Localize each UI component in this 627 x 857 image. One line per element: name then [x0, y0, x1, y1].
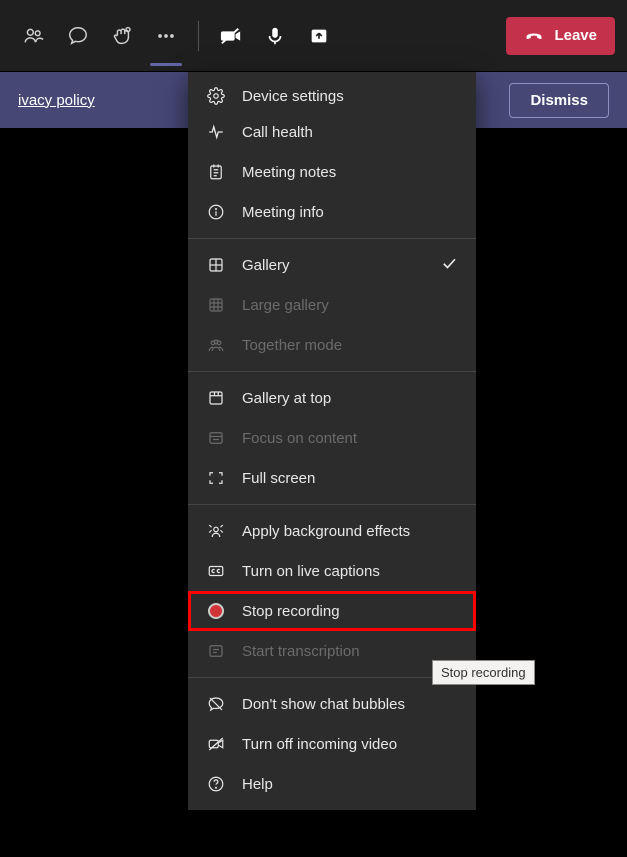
menu-label: Stop recording [242, 603, 340, 620]
menu-separator [188, 371, 476, 372]
menu-label: Large gallery [242, 297, 329, 314]
cc-icon [206, 561, 226, 581]
help-icon [206, 774, 226, 794]
menu-label: Gallery [242, 257, 290, 274]
gear-icon [206, 86, 226, 106]
menu-label: Gallery at top [242, 390, 331, 407]
menu-large-gallery: Large gallery [188, 285, 476, 325]
menu-label: Start transcription [242, 643, 360, 660]
menu-label: Device settings [242, 88, 344, 105]
menu-help[interactable]: Help [188, 764, 476, 804]
menu-label: Together mode [242, 337, 342, 354]
menu-label: Focus on content [242, 430, 357, 447]
tooltip: Stop recording [432, 660, 535, 685]
people-icon [206, 335, 226, 355]
menu-device-settings[interactable]: Device settings [188, 72, 476, 112]
record-icon [206, 601, 226, 621]
menu-gallery-at-top[interactable]: Gallery at top [188, 378, 476, 418]
menu-meeting-info[interactable]: Meeting info [188, 192, 476, 232]
menu-separator [188, 238, 476, 239]
privacy-policy-link[interactable]: ivacy policy [18, 92, 95, 109]
hangup-icon [524, 26, 544, 46]
menu-full-screen[interactable]: Full screen [188, 458, 476, 498]
check-icon [440, 254, 458, 276]
menu-label: Turn off incoming video [242, 736, 397, 753]
video-off-icon [206, 734, 226, 754]
menu-focus-content: Focus on content [188, 418, 476, 458]
menu-label: Full screen [242, 470, 315, 487]
menu-gallery[interactable]: Gallery [188, 245, 476, 285]
content-icon [206, 428, 226, 448]
menu-call-health[interactable]: Call health [188, 112, 476, 152]
info-icon [206, 202, 226, 222]
toolbar-separator [198, 21, 199, 51]
pulse-icon [206, 122, 226, 142]
people-button[interactable] [12, 12, 56, 60]
leave-button[interactable]: Leave [506, 17, 615, 55]
camera-button[interactable] [209, 12, 253, 60]
grid-icon [206, 255, 226, 275]
menu-label: Call health [242, 124, 313, 141]
leave-label: Leave [554, 27, 597, 44]
menu-label: Help [242, 776, 273, 793]
notes-icon [206, 162, 226, 182]
menu-label: Turn on live captions [242, 563, 380, 580]
menu-label: Don't show chat bubbles [242, 696, 405, 713]
more-actions-button[interactable] [144, 12, 188, 60]
menu-separator [188, 504, 476, 505]
menu-live-captions[interactable]: Turn on live captions [188, 551, 476, 591]
menu-background-effects[interactable]: Apply background effects [188, 511, 476, 551]
fullscreen-icon [206, 468, 226, 488]
reactions-button[interactable] [100, 12, 144, 60]
chat-button[interactable] [56, 12, 100, 60]
menu-turn-off-incoming-video[interactable]: Turn off incoming video [188, 724, 476, 764]
dismiss-button[interactable]: Dismiss [509, 83, 609, 118]
menu-together-mode: Together mode [188, 325, 476, 365]
transcription-icon [206, 641, 226, 661]
effects-icon [206, 521, 226, 541]
meeting-toolbar: Leave [0, 0, 627, 72]
menu-label: Meeting info [242, 204, 324, 221]
grid-icon [206, 295, 226, 315]
gallery-top-icon [206, 388, 226, 408]
share-button[interactable] [297, 12, 341, 60]
mic-button[interactable] [253, 12, 297, 60]
menu-label: Meeting notes [242, 164, 336, 181]
menu-label: Apply background effects [242, 523, 410, 540]
more-actions-menu: Device settings Call health Meeting note… [188, 72, 476, 810]
menu-hide-chat-bubbles[interactable]: Don't show chat bubbles [188, 684, 476, 724]
menu-stop-recording[interactable]: Stop recording [188, 591, 476, 631]
menu-meeting-notes[interactable]: Meeting notes [188, 152, 476, 192]
chat-off-icon [206, 694, 226, 714]
